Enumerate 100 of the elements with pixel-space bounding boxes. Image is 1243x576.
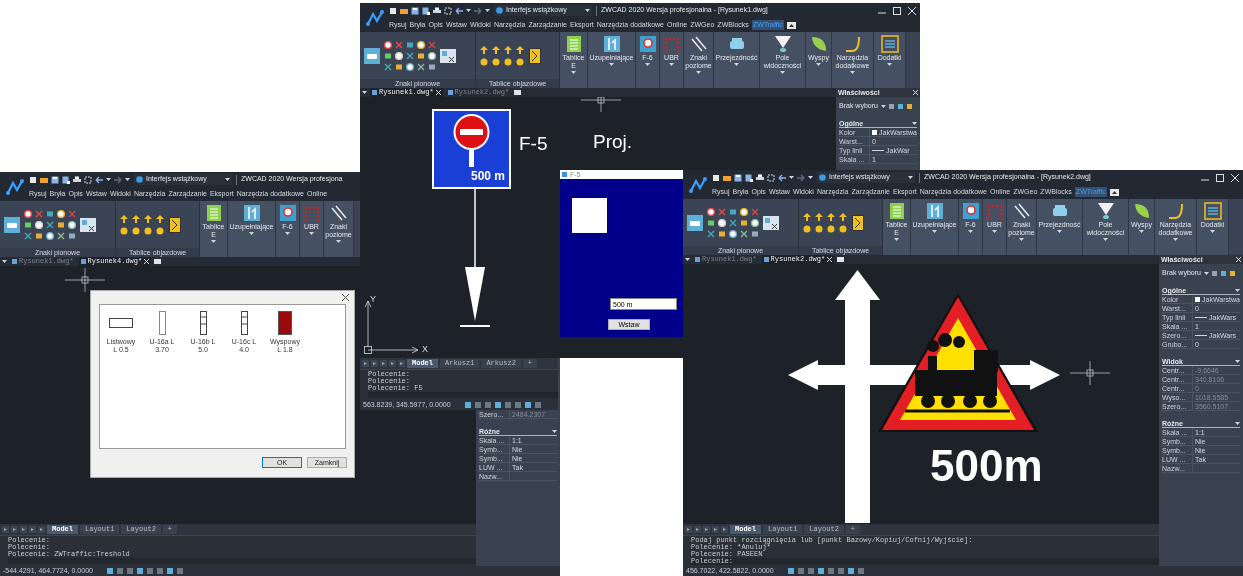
tab-scroll-icon[interactable] [703, 526, 710, 533]
car-sign-icon[interactable] [4, 216, 20, 233]
select-objects-icon[interactable] [1210, 269, 1218, 277]
zoom-extents-icon[interactable] [767, 173, 775, 182]
close-icon[interactable] [342, 294, 349, 301]
globe-icon [136, 176, 143, 183]
folder-icon[interactable] [837, 257, 845, 262]
drawing-label: Proj. [593, 130, 633, 154]
road-lines-icon [689, 35, 708, 53]
tab-scroll-icon[interactable] [398, 360, 405, 367]
tab-scroll-icon[interactable] [389, 360, 396, 367]
maximize-icon[interactable] [893, 6, 901, 15]
tab-scroll-icon[interactable] [2, 526, 9, 533]
maximize-icon[interactable] [1216, 173, 1224, 182]
undo-icon[interactable] [778, 173, 786, 182]
toggle-pickadd-icon[interactable] [1228, 269, 1236, 277]
post-symbol-icon [240, 311, 248, 335]
axis-label: X [422, 343, 428, 356]
curve-icon [843, 35, 862, 53]
ribbon-toggle-icon[interactable] [786, 21, 796, 29]
sign-board-icon [204, 204, 223, 222]
car-sign-icon[interactable] [364, 47, 380, 64]
sign-tool-icon[interactable] [57, 231, 65, 240]
new-file-icon[interactable] [389, 6, 397, 15]
printer-icon[interactable] [756, 173, 764, 182]
caret-icon [645, 63, 650, 66]
f6-sign-icon [638, 35, 657, 53]
tab-scroll-icon[interactable] [712, 526, 719, 533]
quick-select-icon[interactable] [896, 102, 904, 110]
parking-sign-icon[interactable] [80, 217, 96, 232]
save-as-icon[interactable] [62, 175, 70, 184]
tab-scroll-icon[interactable] [380, 360, 387, 367]
tab-scroll-icon[interactable] [11, 526, 18, 533]
list-panel-icon [880, 35, 899, 53]
undo-icon[interactable] [455, 6, 463, 15]
caret-icon [850, 71, 855, 74]
tab-scroll-icon[interactable] [38, 526, 45, 533]
redo-icon[interactable] [114, 175, 122, 184]
parking-sign-icon[interactable] [440, 48, 456, 63]
drawing-file-icon [447, 90, 453, 95]
undo-icon[interactable] [95, 175, 103, 184]
caret-icon [585, 9, 590, 12]
curve-icon [1166, 202, 1185, 220]
caret-icon [1103, 238, 1108, 241]
tab-scroll-icon[interactable] [721, 526, 728, 533]
quick-select-icon[interactable] [1219, 269, 1227, 277]
folder-icon[interactable] [40, 175, 48, 184]
tab-list-caret-icon[interactable] [362, 91, 367, 94]
caret-icon [932, 230, 937, 233]
sign-tool-icon[interactable] [740, 229, 748, 238]
save-icon[interactable] [51, 175, 59, 184]
tab-list-caret-icon[interactable] [685, 258, 690, 261]
linetype-icon [1195, 315, 1207, 319]
redo-icon[interactable] [797, 173, 805, 182]
folder-icon[interactable] [514, 90, 522, 95]
drawing-label: F-5 [519, 132, 548, 156]
redo-icon[interactable] [474, 6, 482, 15]
tab-scroll-icon[interactable] [685, 526, 692, 533]
select-objects-icon[interactable] [887, 102, 895, 110]
printer-icon[interactable] [433, 6, 441, 15]
caret-icon [887, 63, 892, 66]
car-sign-icon[interactable] [687, 214, 703, 231]
tab-scroll-icon[interactable] [20, 526, 27, 533]
detour-bracket-icon[interactable] [169, 216, 181, 233]
printer-icon[interactable] [73, 175, 81, 184]
tab-scroll-icon[interactable] [362, 360, 369, 367]
folder-icon[interactable] [154, 259, 162, 264]
toggle-pickadd-icon[interactable] [905, 102, 913, 110]
caret-icon [789, 176, 794, 179]
zoom-extents-icon[interactable] [84, 175, 92, 184]
save-as-icon[interactable] [745, 173, 753, 182]
new-file-icon[interactable] [712, 173, 720, 182]
axis-label: Y [370, 293, 376, 306]
save-icon[interactable] [734, 173, 742, 182]
post-symbol-icon [278, 311, 292, 335]
leaf-icon [809, 35, 828, 53]
tab-scroll-icon[interactable] [371, 360, 378, 367]
post-symbol-icon [158, 311, 166, 335]
zoom-extents-icon[interactable] [444, 6, 452, 15]
command-input[interactable] [8, 558, 476, 564]
detour-bracket-icon[interactable] [852, 214, 864, 231]
ribbon-toggle-icon[interactable] [1109, 188, 1119, 196]
sign-tool-icon[interactable] [417, 62, 425, 71]
tab-list-caret-icon[interactable] [2, 260, 7, 263]
parking-sign-icon[interactable] [763, 215, 779, 230]
logo-icon [4, 176, 25, 197]
command-input[interactable] [368, 392, 558, 398]
save-icon[interactable] [411, 6, 419, 15]
folder-icon[interactable] [723, 173, 731, 182]
tab-scroll-icon[interactable] [694, 526, 701, 533]
save-as-icon[interactable] [422, 6, 430, 15]
sign-board-icon [564, 35, 583, 53]
tab-scroll-icon[interactable] [29, 526, 36, 533]
caret-icon [1235, 288, 1240, 292]
caret-icon [1210, 230, 1215, 233]
caret-icon [908, 176, 913, 179]
new-file-icon[interactable] [29, 175, 37, 184]
caret-icon [780, 71, 785, 74]
folder-icon[interactable] [400, 6, 408, 15]
detour-bracket-icon[interactable] [529, 47, 541, 64]
